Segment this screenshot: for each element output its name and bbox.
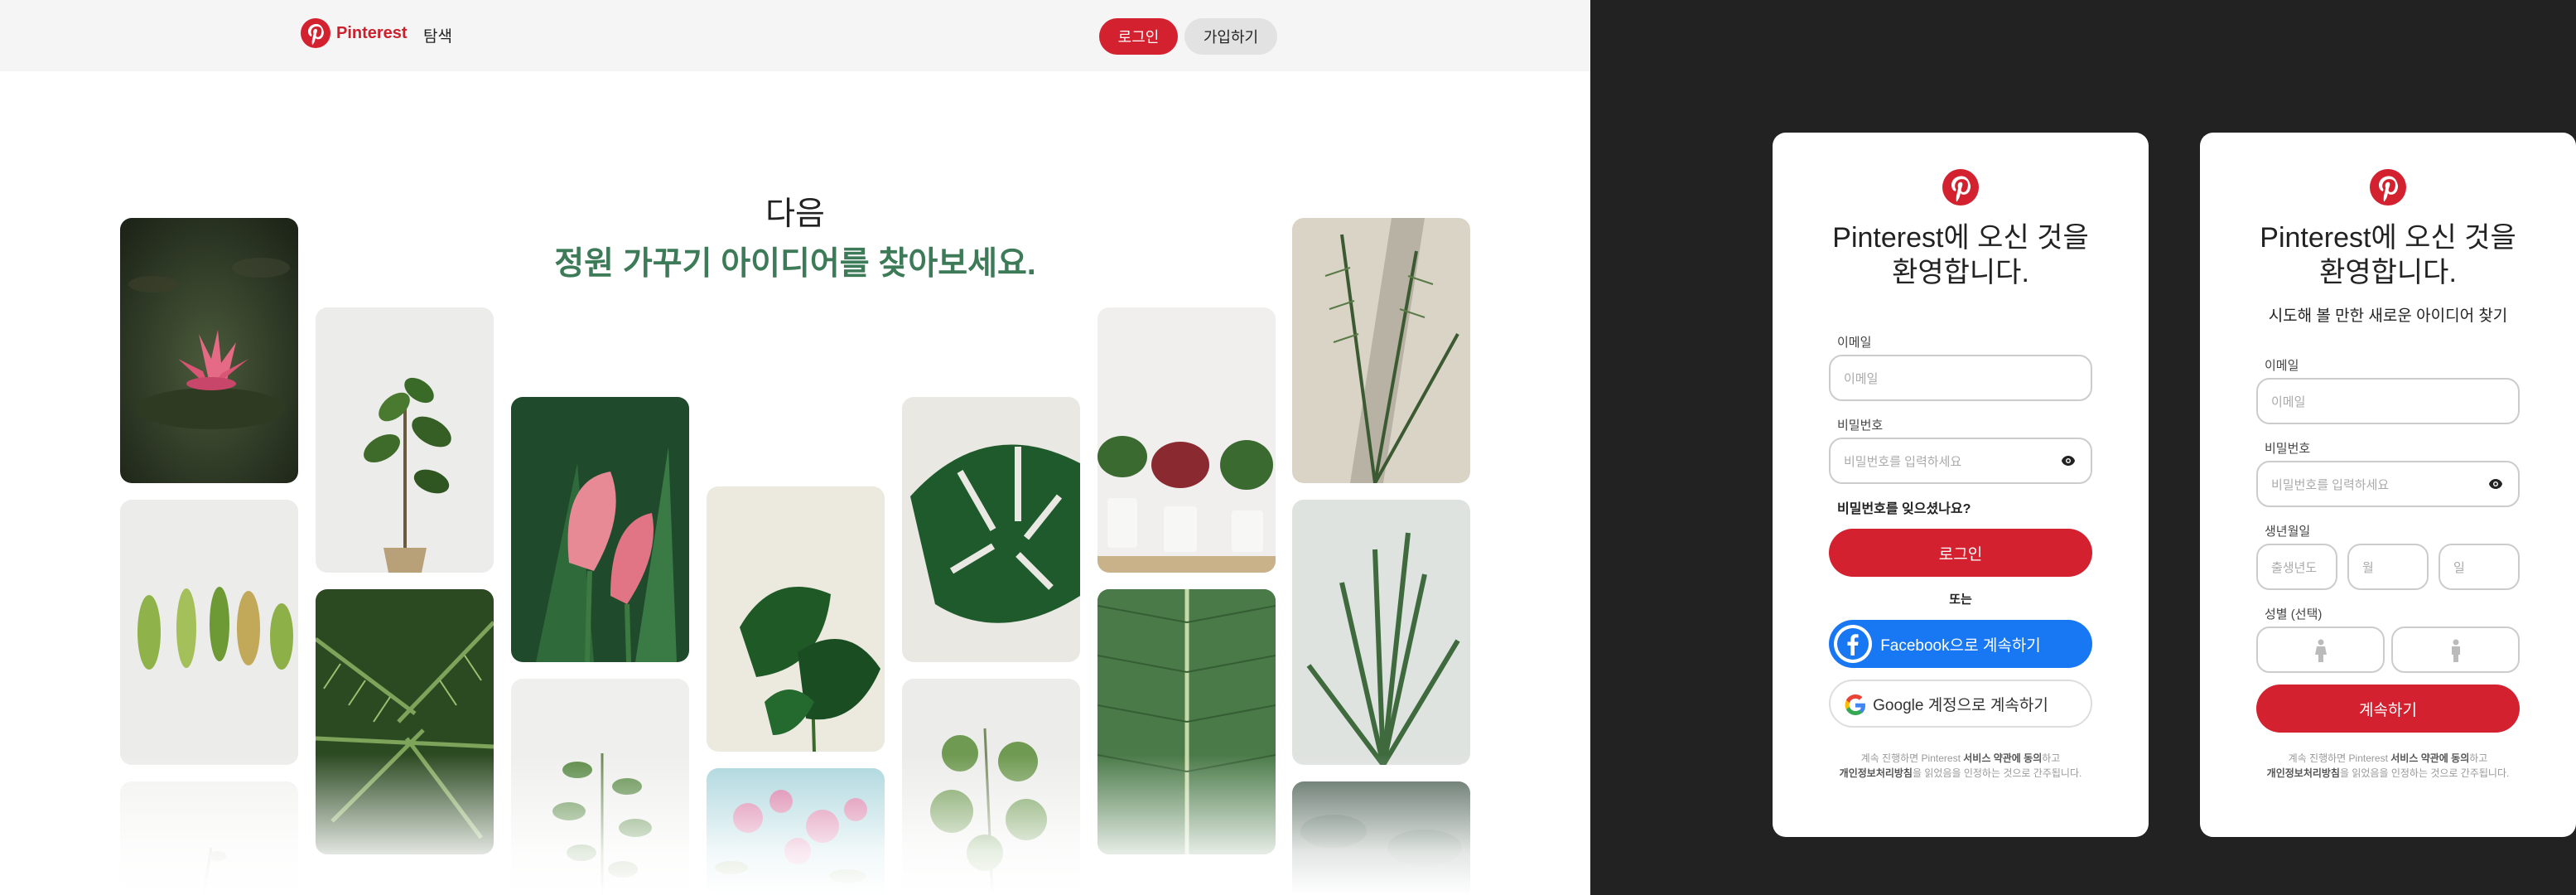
- pin-image-eucalyptus[interactable]: [902, 679, 1080, 895]
- facebook-icon: [1834, 625, 1872, 663]
- pin-image-monstera-plant[interactable]: [707, 486, 885, 752]
- terms-middle: 하고: [2469, 752, 2488, 764]
- signup-modal: Pinterest에 오신 것을 환영합니다. 시도해 볼 만한 새로운 아이디…: [2200, 133, 2576, 837]
- pinterest-logo-icon: [301, 18, 330, 48]
- show-password-icon[interactable]: [2488, 478, 2503, 490]
- facebook-login-button[interactable]: Facebook으로 계속하기: [1829, 620, 2092, 668]
- email-field[interactable]: 이메일: [1829, 355, 2092, 401]
- terms-link[interactable]: 서비스 약관에 동의: [1963, 752, 2042, 764]
- privacy-link[interactable]: 개인정보처리방침: [2267, 767, 2340, 779]
- login-modal: Pinterest에 오신 것을 환영합니다. 이메일 이메일 비밀번호 비밀번…: [1773, 133, 2149, 837]
- google-icon: [1845, 694, 1866, 715]
- modal-backdrop: Pinterest에 오신 것을 환영합니다. 이메일 이메일 비밀번호 비밀번…: [1590, 0, 2576, 895]
- pinterest-logo-icon: [1942, 169, 1979, 206]
- birth-month-placeholder: 월: [2362, 561, 2374, 575]
- header-login-button[interactable]: 로그인: [1099, 18, 1178, 55]
- show-password-icon[interactable]: [2061, 455, 2076, 467]
- login-title-line2: 환영합니다.: [1892, 257, 2029, 288]
- pin-image-palm-fronds[interactable]: [316, 589, 494, 854]
- pin-image-faded-twig[interactable]: [120, 781, 298, 895]
- signup-email-field[interactable]: 이메일: [2256, 378, 2520, 424]
- signup-email-label: 이메일: [2265, 359, 2299, 373]
- signup-email-placeholder: 이메일: [2271, 395, 2306, 409]
- brand-name: Pinterest: [336, 23, 408, 42]
- signup-title-line1: Pinterest에 오신 것을: [2260, 222, 2516, 254]
- pin-image-leafy-vine[interactable]: [511, 679, 689, 895]
- password-placeholder: 비밀번호를 입력하세요: [1844, 455, 1962, 469]
- signup-terms-notice: 계속 진행하면 Pinterest 서비스 약관에 동의하고 개인정보처리방침을…: [2250, 751, 2526, 781]
- pin-image-fern-leaves[interactable]: [120, 500, 298, 765]
- privacy-link[interactable]: 개인정보처리방침: [1840, 767, 1913, 779]
- signup-title-line2: 환영합니다.: [2319, 257, 2457, 288]
- pin-image-potted-plants[interactable]: [1097, 307, 1276, 573]
- password-label: 비밀번호: [1837, 418, 1884, 433]
- password-field[interactable]: 비밀번호를 입력하세요: [1829, 438, 2092, 484]
- gender-label: 성별 (선택): [2265, 607, 2323, 622]
- male-figure-icon: [2452, 639, 2460, 662]
- birth-day-field[interactable]: 일: [2439, 544, 2520, 590]
- email-placeholder: 이메일: [1844, 372, 1879, 386]
- login-button[interactable]: 로그인: [1829, 529, 2092, 577]
- pin-image-dracaena[interactable]: [1292, 500, 1470, 765]
- top-navigation-bar: Pinterest 탐색 로그인 가입하기: [0, 0, 1590, 71]
- pin-image-pink-flowers[interactable]: [707, 768, 885, 895]
- signup-password-field[interactable]: 비밀번호를 입력하세요: [2256, 461, 2520, 507]
- landing-page: Pinterest 탐색 로그인 가입하기 다음 정원 가꾸기 아이디어를 찾아…: [0, 0, 1590, 895]
- gender-female-option[interactable]: [2256, 626, 2385, 673]
- pinterest-logo-icon: [2370, 169, 2406, 206]
- birth-year-placeholder: 출생년도: [2271, 561, 2318, 575]
- gender-male-option[interactable]: [2391, 626, 2520, 673]
- pin-image-calla-lily[interactable]: [511, 397, 689, 662]
- pin-image-monstera-leaf[interactable]: [902, 397, 1080, 662]
- nav-explore-link[interactable]: 탐색: [423, 24, 452, 46]
- birth-month-field[interactable]: 월: [2347, 544, 2429, 590]
- pin-image-palm-shadow[interactable]: [1292, 218, 1470, 483]
- google-login-button[interactable]: Google 계정으로 계속하기: [1829, 680, 2092, 728]
- signup-title: Pinterest에 오신 것을 환영합니다.: [2200, 220, 2576, 290]
- or-divider: 또는: [1949, 593, 1972, 607]
- email-label: 이메일: [1837, 336, 1872, 350]
- pin-image-water-lily[interactable]: [120, 218, 298, 483]
- terms-middle: 하고: [2042, 752, 2061, 764]
- pin-image-dark-foliage[interactable]: [1292, 781, 1470, 895]
- terms-prefix: 계속 진행하면 Pinterest: [2288, 752, 2391, 764]
- forgot-password-link[interactable]: 비밀번호를 잊으셨나요?: [1837, 497, 1971, 517]
- terms-suffix: 을 읽었음을 인정하는 것으로 간주됩니다.: [1912, 767, 2082, 779]
- birthdate-label: 생년월일: [2265, 525, 2311, 539]
- pin-image-banana-leaf[interactable]: [1097, 589, 1276, 854]
- terms-prefix: 계속 진행하면 Pinterest: [1860, 752, 1964, 764]
- google-button-label: Google 계정으로 계속하기: [1873, 696, 2048, 714]
- terms-notice: 계속 진행하면 Pinterest 서비스 약관에 동의하고 개인정보처리방침을…: [1822, 751, 2099, 781]
- signup-password-label: 비밀번호: [2265, 442, 2311, 456]
- continue-button[interactable]: 계속하기: [2256, 685, 2520, 733]
- terms-link[interactable]: 서비스 약관에 동의: [2390, 752, 2469, 764]
- signup-subtitle: 시도해 볼 만한 새로운 아이디어 찾기: [2268, 307, 2508, 325]
- brand-logo-link[interactable]: Pinterest: [301, 18, 408, 48]
- facebook-button-label: Facebook으로 계속하기: [1880, 636, 2041, 655]
- signup-password-placeholder: 비밀번호를 입력하세요: [2271, 478, 2390, 492]
- terms-suffix: 을 읽었음을 인정하는 것으로 간주됩니다.: [2339, 767, 2510, 779]
- login-title: Pinterest에 오신 것을 환영합니다.: [1773, 220, 2149, 290]
- female-figure-icon: [2315, 639, 2327, 662]
- login-title-line1: Pinterest에 오신 것을: [1832, 222, 2089, 254]
- birth-day-placeholder: 일: [2453, 561, 2465, 575]
- pin-image-fiddle-leaf-fig[interactable]: [316, 307, 494, 573]
- birth-year-field[interactable]: 출생년도: [2256, 544, 2337, 590]
- header-signup-button[interactable]: 가입하기: [1184, 18, 1277, 55]
